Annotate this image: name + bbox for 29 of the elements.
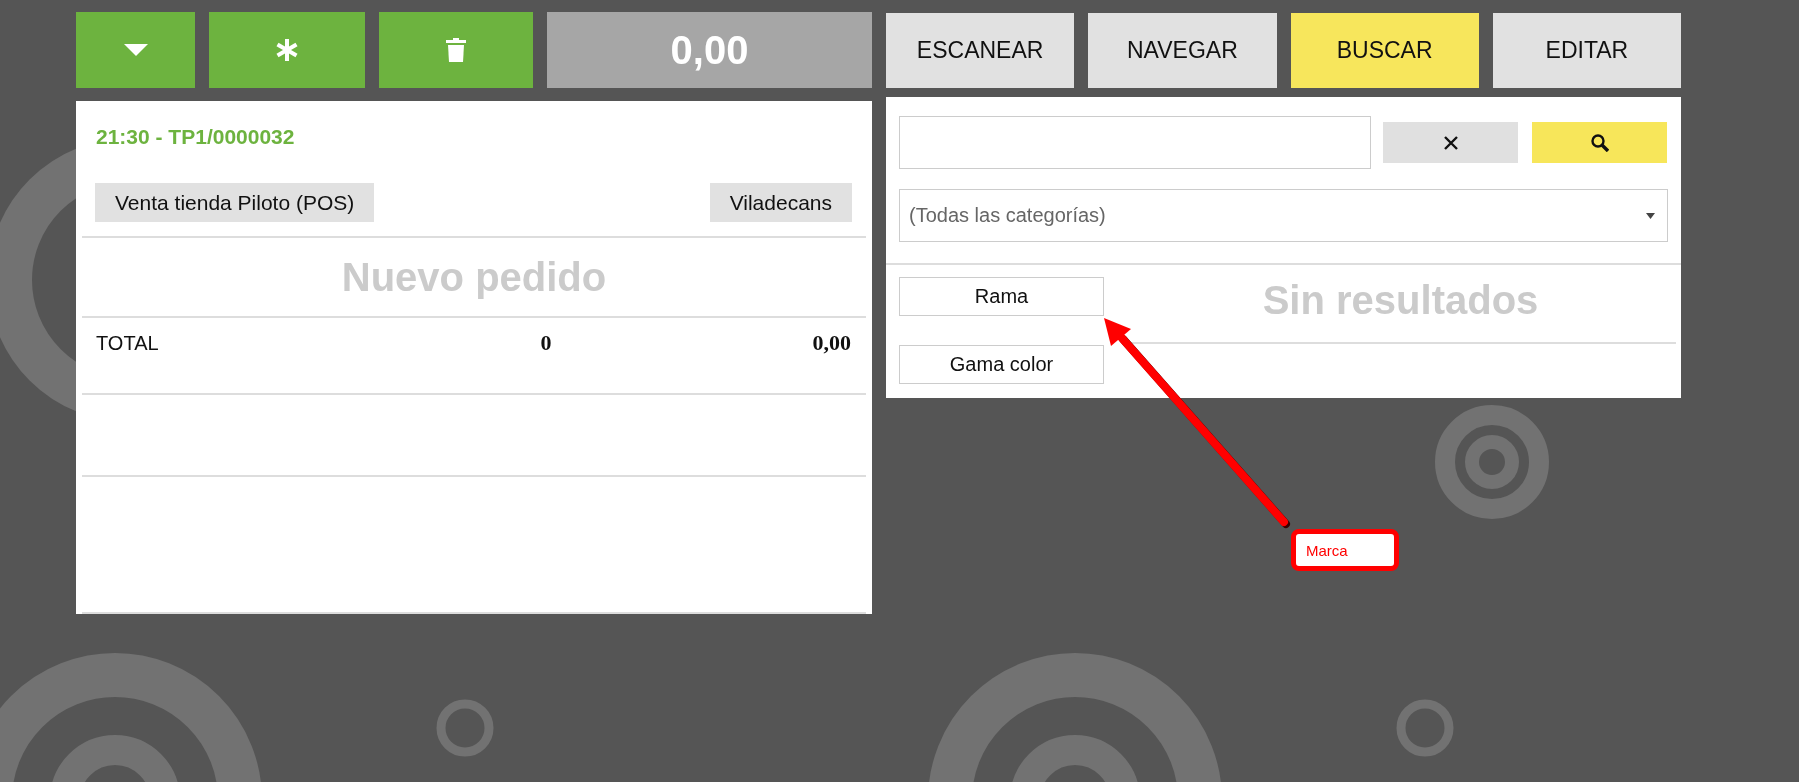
search-icon [1590, 133, 1609, 152]
caret-down-icon [123, 44, 148, 56]
callout-label: Marca [1291, 529, 1399, 571]
mode-tab[interactable]: NAVEGAR [1088, 13, 1277, 88]
mode-tab[interactable]: ESCANEAR [886, 13, 1075, 88]
order-number: 21:30 - TP1/0000032 [96, 125, 295, 149]
caret-down-icon [1646, 212, 1655, 219]
category-select[interactable]: (Todas las categorías) [899, 189, 1668, 242]
ring-drawing [436, 699, 494, 757]
clear-button[interactable] [1383, 122, 1518, 163]
close-icon [1443, 135, 1458, 150]
delete-button[interactable] [379, 12, 533, 88]
order-amount: 0,00 [547, 12, 872, 88]
trash-icon [446, 38, 466, 62]
filter-button[interactable]: Gama color [899, 345, 1104, 384]
mode-tab[interactable]: EDITAR [1492, 13, 1681, 88]
total-label: TOTAL [96, 331, 159, 355]
order-info-button[interactable]: Venta tienda Piloto (POS) [95, 183, 375, 222]
search-field[interactable] [899, 116, 1371, 169]
total-quantity: 0 [540, 331, 552, 355]
search-button[interactable] [1532, 122, 1667, 163]
filter-button[interactable]: Rama [899, 277, 1104, 316]
asterisk-icon [275, 38, 299, 62]
mode-tab[interactable]: BUSCAR [1290, 13, 1479, 88]
asterisk-button[interactable] [209, 12, 365, 88]
total-amount: 0,00 [812, 331, 851, 355]
order-info-button[interactable]: Viladecans [709, 183, 852, 222]
dropdown-button[interactable] [76, 12, 195, 88]
ring-drawing [1396, 699, 1454, 757]
